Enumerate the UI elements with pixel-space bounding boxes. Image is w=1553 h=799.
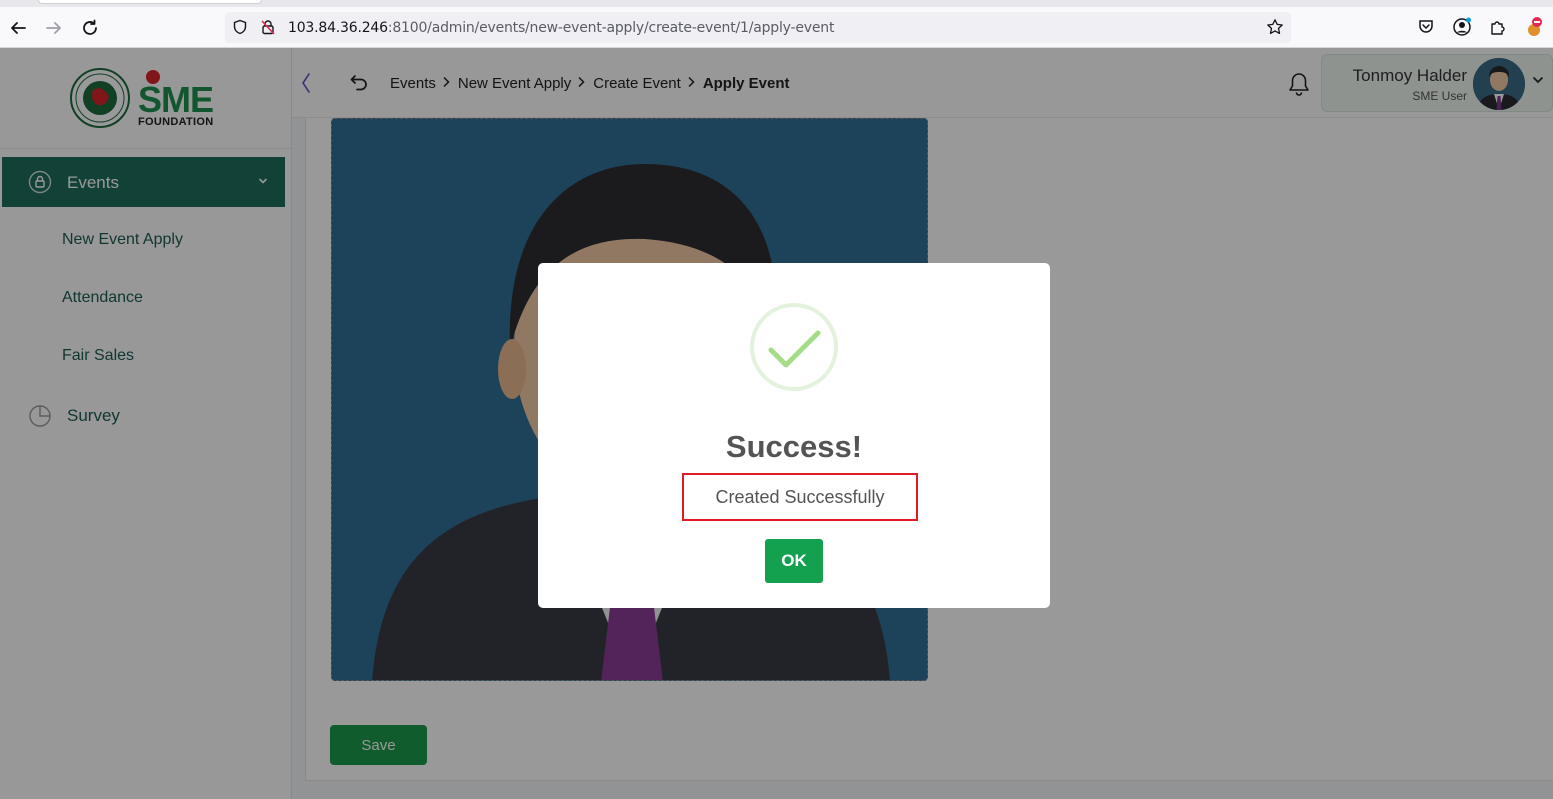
dialog-title: Success! xyxy=(725,429,863,464)
account-icon[interactable] xyxy=(1451,16,1473,38)
success-check-icon xyxy=(750,303,838,391)
url-text: 103.84.36.246:8100/admin/events/new-even… xyxy=(288,20,834,36)
extensions-icon[interactable] xyxy=(1487,16,1509,38)
back-arrow-icon[interactable] xyxy=(6,16,30,40)
browser-tab[interactable] xyxy=(38,0,262,4)
dialog-message: Created Successfully xyxy=(682,473,918,521)
bookmark-star-icon[interactable] xyxy=(1264,16,1286,38)
ok-button[interactable]: OK xyxy=(765,539,823,583)
shield-icon[interactable] xyxy=(229,16,251,38)
url-host: 103.84.36.246 xyxy=(288,20,388,36)
browser-navbar: 103.84.36.246:8100/admin/events/new-even… xyxy=(0,7,1553,48)
forward-arrow-icon[interactable] xyxy=(42,16,66,40)
pocket-icon[interactable] xyxy=(1415,16,1437,38)
success-dialog: Success! Created Successfully OK xyxy=(538,263,1050,608)
insecure-lock-icon[interactable] xyxy=(257,16,279,38)
url-path: :8100/admin/events/new-event-apply/creat… xyxy=(387,20,835,36)
browser-tab-strip xyxy=(0,0,1553,7)
address-bar[interactable]: 103.84.36.246:8100/admin/events/new-even… xyxy=(225,12,1291,43)
extension-badge-icon[interactable] xyxy=(1523,16,1545,38)
reload-icon[interactable] xyxy=(78,16,102,40)
